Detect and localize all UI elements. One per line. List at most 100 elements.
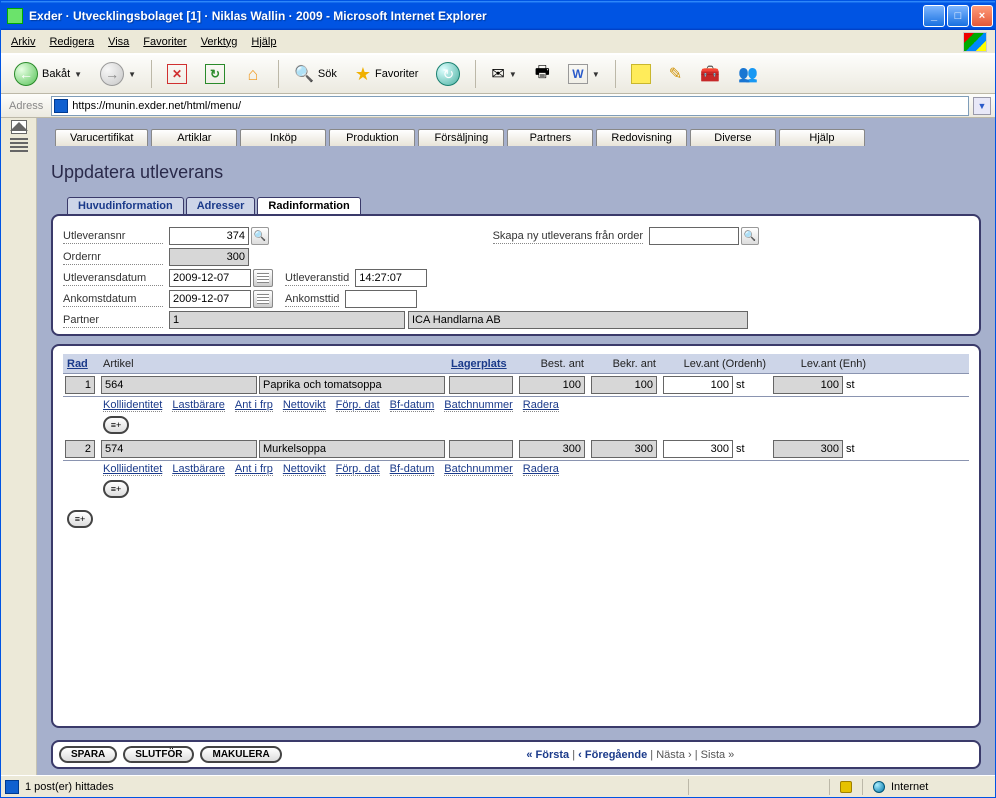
ordernr-input bbox=[169, 248, 249, 266]
maximize-button[interactable]: □ bbox=[947, 5, 969, 27]
menu-visa[interactable]: Visa bbox=[102, 34, 135, 50]
utleveransdatum-label: Utleveransdatum bbox=[63, 271, 163, 286]
tab-inkop[interactable]: Inköp bbox=[240, 129, 326, 146]
subheader-link[interactable]: Kolliidentitet bbox=[103, 463, 162, 476]
subheader-link[interactable]: Förp. dat bbox=[336, 399, 380, 412]
mail-button[interactable]: ✉▼ bbox=[484, 61, 523, 87]
subheader-link[interactable]: Ant i frp bbox=[235, 399, 273, 412]
subheader-link[interactable]: Batchnummer bbox=[444, 399, 512, 412]
row-expand-button[interactable]: ≡+ bbox=[103, 480, 129, 498]
levenh-unit: st bbox=[843, 443, 858, 455]
refresh-button[interactable]: ↻ bbox=[198, 61, 232, 87]
row-subheader: Kolliidentitet Lastbärare Ant i frp Nettovi… bbox=[63, 396, 969, 416]
subheader-link[interactable]: Radera bbox=[523, 399, 559, 412]
highlight-button[interactable]: ✎ bbox=[662, 61, 689, 87]
forward-arrow-icon: → bbox=[100, 62, 124, 86]
ankomsttid-input[interactable] bbox=[345, 290, 417, 308]
internet-zone-icon bbox=[873, 781, 885, 793]
subheader-link[interactable]: Ant i frp bbox=[235, 463, 273, 476]
spara-button[interactable]: SPARA bbox=[59, 746, 117, 763]
subheader-link[interactable]: Bf-datum bbox=[390, 463, 435, 476]
th-rad[interactable]: Rad bbox=[63, 356, 99, 372]
tab-forsaljning[interactable]: Försäljning bbox=[418, 129, 504, 146]
subheader-link[interactable]: Nettovikt bbox=[283, 463, 326, 476]
ankomstdatum-calendar-button[interactable] bbox=[253, 290, 273, 308]
tab-hjalp[interactable]: Hjälp bbox=[779, 129, 865, 146]
lager-input bbox=[449, 440, 513, 458]
tab-partners[interactable]: Partners bbox=[507, 129, 593, 146]
page-title: Uppdatera utleverans bbox=[51, 156, 981, 197]
lock-icon bbox=[840, 781, 852, 793]
close-button[interactable]: × bbox=[971, 5, 993, 27]
menu-redigera[interactable]: Redigera bbox=[43, 34, 100, 50]
tab-redovisning[interactable]: Redovisning bbox=[596, 129, 687, 146]
back-button[interactable]: ←Bakåt▼ bbox=[7, 59, 89, 89]
tab-diverse[interactable]: Diverse bbox=[690, 129, 776, 146]
menu-hjalp[interactable]: Hjälp bbox=[245, 34, 282, 50]
subtab-adresser[interactable]: Adresser bbox=[186, 197, 256, 214]
skapa-input[interactable] bbox=[649, 227, 739, 245]
search-button[interactable]: 🔍Sök bbox=[287, 61, 344, 87]
home-button[interactable]: ⌂ bbox=[236, 61, 270, 87]
levord-input[interactable] bbox=[663, 376, 733, 394]
people-icon: 👥 bbox=[738, 64, 758, 84]
favorites-button[interactable]: ★Favoriter bbox=[348, 61, 426, 88]
th-lagerplats[interactable]: Lagerplats bbox=[447, 356, 517, 372]
subheader-link[interactable]: Lastbärare bbox=[172, 463, 225, 476]
utleveransnr-search-button[interactable]: 🔍 bbox=[251, 227, 269, 245]
menu-arkiv[interactable]: Arkiv bbox=[5, 34, 41, 50]
subheader-link[interactable]: Nettovikt bbox=[283, 399, 326, 412]
tab-produktion[interactable]: Produktion bbox=[329, 129, 415, 146]
status-bar: 1 post(er) hittades Internet bbox=[1, 775, 995, 797]
best-input bbox=[519, 376, 585, 394]
menu-favoriter[interactable]: Favoriter bbox=[137, 34, 192, 50]
windows-logo-icon bbox=[963, 32, 987, 52]
utleveransdatum-calendar-button[interactable] bbox=[253, 269, 273, 287]
pager-nasta[interactable]: Nästa › bbox=[656, 749, 691, 761]
forward-button[interactable]: →▼ bbox=[93, 59, 143, 89]
row-subheader: Kolliidentitet Lastbärare Ant i frp Nettovi… bbox=[63, 460, 969, 480]
action-footer: SPARA SLUTFÖR MAKULERA « Första | ‹ Före… bbox=[51, 740, 981, 769]
toolbox-button[interactable]: 🧰 bbox=[693, 61, 727, 87]
pager-forsta[interactable]: « Första bbox=[526, 749, 569, 761]
slutfor-button[interactable]: SLUTFÖR bbox=[123, 746, 194, 763]
people-button[interactable]: 👥 bbox=[731, 61, 765, 87]
minimize-button[interactable]: _ bbox=[923, 5, 945, 27]
address-dropdown[interactable]: ▼ bbox=[973, 97, 991, 115]
subheader-link[interactable]: Bf-datum bbox=[390, 399, 435, 412]
subheader-link[interactable]: Kolliidentitet bbox=[103, 399, 162, 412]
levenh-input bbox=[773, 440, 843, 458]
stop-button[interactable]: ✕ bbox=[160, 61, 194, 87]
subheader-link[interactable]: Förp. dat bbox=[336, 463, 380, 476]
tab-varucertifikat[interactable]: Varucertifikat bbox=[55, 129, 148, 146]
edit-button[interactable]: W▼ bbox=[561, 61, 607, 87]
add-row-button[interactable]: ≡+ bbox=[67, 510, 93, 528]
pager-foregaende[interactable]: ‹ Föregående bbox=[578, 749, 647, 761]
lines-panel: Rad Artikel Lagerplats Best. ant Bekr. a… bbox=[51, 344, 981, 728]
pager-sista[interactable]: Sista » bbox=[701, 749, 735, 761]
ankomstdatum-input[interactable] bbox=[169, 290, 251, 308]
subtab-huvudinformation[interactable]: Huvudinformation bbox=[67, 197, 184, 214]
utleveransdatum-input[interactable] bbox=[169, 269, 251, 287]
makulera-button[interactable]: MAKULERA bbox=[200, 746, 281, 763]
tab-artiklar[interactable]: Artiklar bbox=[151, 129, 237, 146]
note-button[interactable] bbox=[624, 61, 658, 87]
back-arrow-icon: ← bbox=[14, 62, 38, 86]
highlight-icon: ✎ bbox=[669, 64, 682, 84]
menu-verktyg[interactable]: Verktyg bbox=[195, 34, 244, 50]
subheader-link[interactable]: Batchnummer bbox=[444, 463, 512, 476]
print-button[interactable]: 🖶 bbox=[528, 58, 557, 91]
list-nav-icon[interactable] bbox=[10, 138, 28, 152]
utleveransnr-input[interactable] bbox=[169, 227, 249, 245]
home-nav-icon[interactable] bbox=[11, 120, 27, 134]
utleveranstid-input[interactable] bbox=[355, 269, 427, 287]
history-button[interactable]: ↻ bbox=[429, 59, 467, 89]
subheader-link[interactable]: Radera bbox=[523, 463, 559, 476]
subtab-radinformation[interactable]: Radinformation bbox=[257, 197, 360, 214]
levord-input[interactable] bbox=[663, 440, 733, 458]
row-expand-button[interactable]: ≡+ bbox=[103, 416, 129, 434]
address-field[interactable]: https://munin.exder.net/html/menu/ bbox=[51, 96, 969, 116]
stop-icon: ✕ bbox=[167, 64, 187, 84]
subheader-link[interactable]: Lastbärare bbox=[172, 399, 225, 412]
skapa-search-button[interactable]: 🔍 bbox=[741, 227, 759, 245]
